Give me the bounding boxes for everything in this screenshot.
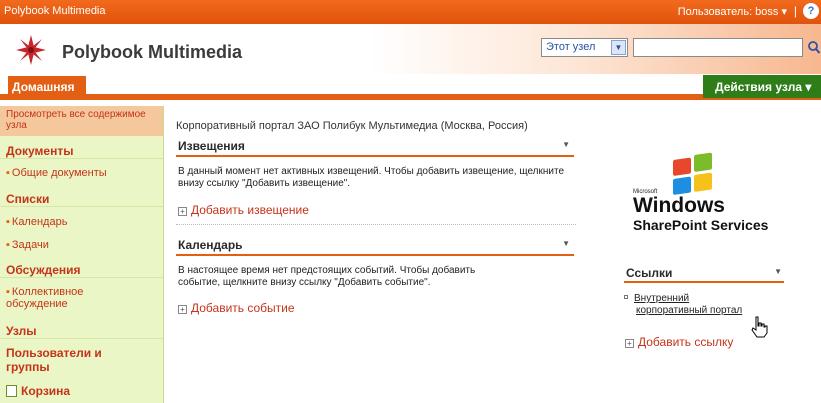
announcements-empty-text: В данный момент нет активных извещений. … — [178, 166, 565, 189]
calendar-empty-text: В настоящее время нет предстоящих событи… — [178, 265, 476, 288]
announcements-title-text: Извещения — [178, 139, 245, 153]
search-scope-value: Этот узел — [546, 41, 596, 53]
site-description: Корпоративный портал ЗАО Полибук Мультим… — [176, 120, 528, 132]
nav-item-team-discussion[interactable]: ▪ Коллективное обсуждение — [0, 286, 110, 310]
nav-header-lists[interactable]: Списки — [0, 192, 163, 207]
nav-header-documents[interactable]: Документы — [0, 144, 163, 159]
search-icon[interactable] — [806, 38, 821, 57]
top-bar: Polybook Multimedia Пользователь: boss ▾… — [0, 0, 821, 24]
logo-windows-text: Windows — [633, 194, 725, 217]
links-title[interactable]: Ссылки ▼ — [624, 264, 784, 283]
nav-item-tasks[interactable]: ▪ Задачи — [0, 239, 163, 251]
plus-icon: + — [178, 207, 187, 216]
nav-header-sites[interactable]: Узлы — [0, 324, 163, 339]
help-icon[interactable]: ? — [803, 3, 819, 19]
bullet-icon: ▪ — [6, 167, 10, 179]
top-separator: | — [793, 4, 797, 18]
link-line-1: Внутренний — [634, 293, 690, 304]
calendar-title-text: Календарь — [178, 238, 243, 252]
add-link-label: Добавить ссылку — [638, 335, 734, 349]
plus-icon: + — [625, 339, 634, 348]
recycle-bin-link[interactable]: Корзина — [0, 379, 163, 401]
divider — [176, 224, 576, 225]
nav-item-shared-documents[interactable]: ▪ Общие документы — [0, 167, 163, 179]
nav-item-label: Календарь — [11, 216, 68, 228]
logo-sps-text: SharePoint Services — [633, 217, 769, 233]
recycle-bin-icon — [6, 385, 17, 397]
webpart-menu-icon[interactable]: ▼ — [774, 267, 782, 276]
search-scope-select[interactable]: Этот узел ▼ — [541, 38, 628, 57]
bullet-icon: ▪ — [6, 286, 10, 298]
view-all-content-link[interactable]: Просмотреть все содержимое узла — [0, 106, 163, 136]
site-header: Polybook Multimedia Этот узел ▼ — [0, 24, 821, 74]
calendar-title[interactable]: Календарь ▼ — [176, 237, 574, 256]
user-menu[interactable]: Пользователь: boss ▾ — [678, 5, 787, 18]
link-internal-portal[interactable]: Внутренний корпоративный портал — [624, 293, 742, 317]
add-announcement-link[interactable]: + Добавить извещение — [178, 203, 309, 217]
nav-item-label: Задачи — [11, 239, 49, 251]
recycle-bin-label: Корзина — [21, 384, 71, 398]
nav-item-calendar[interactable]: ▪ Календарь — [0, 216, 163, 228]
plus-icon: + — [178, 305, 187, 314]
tab-bar: Домашняя Действия узла ▾ — [0, 74, 821, 100]
webpart-menu-icon[interactable]: ▼ — [562, 140, 570, 149]
link-line-2: корпоративный портал — [636, 305, 743, 316]
nav-item-label: Общие документы — [11, 167, 107, 179]
nav-item-label: Коллективное обсуждение — [6, 286, 84, 310]
add-announcement-label: Добавить извещение — [191, 203, 309, 217]
site-title[interactable]: Polybook Multimedia — [62, 42, 242, 63]
tab-home[interactable]: Домашняя — [8, 76, 86, 98]
polybook-logo-icon[interactable] — [14, 33, 48, 67]
quick-launch: Просмотреть все содержимое узла Документ… — [0, 106, 164, 403]
site-actions-button[interactable]: Действия узла ▾ — [703, 75, 821, 98]
bullet-icon: ▪ — [6, 239, 10, 251]
top-site-name[interactable]: Polybook Multimedia — [4, 5, 106, 17]
chevron-down-icon[interactable]: ▼ — [611, 40, 626, 55]
links-title-text: Ссылки — [626, 266, 673, 280]
bullet-icon: ▪ — [6, 216, 10, 228]
add-event-link[interactable]: + Добавить событие — [178, 301, 295, 315]
add-event-label: Добавить событие — [191, 301, 295, 315]
search-input[interactable] — [633, 38, 803, 57]
nav-header-people-groups[interactable]: Пользователи и группы — [0, 346, 130, 374]
webpart-menu-icon[interactable]: ▼ — [562, 239, 570, 248]
add-link-button[interactable]: + Добавить ссылку — [625, 335, 733, 349]
windows-sharepoint-logo: Microsoft Windows SharePoint Services — [633, 152, 769, 233]
hand-cursor-icon — [751, 316, 768, 338]
bullet-icon — [624, 295, 628, 299]
nav-header-discussions[interactable]: Обсуждения — [0, 263, 163, 278]
announcements-title[interactable]: Извещения ▼ — [176, 138, 574, 157]
